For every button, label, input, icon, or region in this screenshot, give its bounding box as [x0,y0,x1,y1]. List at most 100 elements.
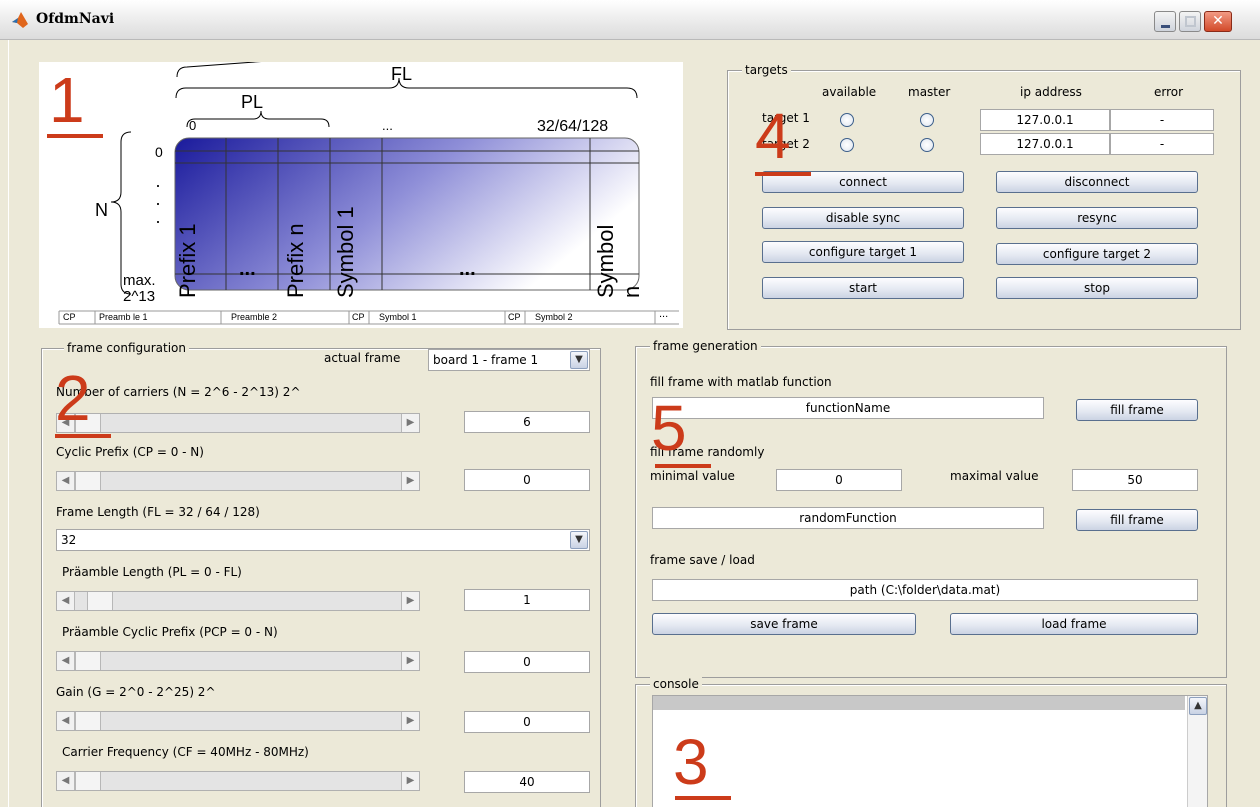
cf-value-field[interactable]: 40 [464,771,590,793]
stop-button[interactable]: stop [996,277,1198,299]
overlay-number-2: 2 [55,362,91,434]
col-symbol-n: Symbol n [593,224,644,298]
cp-slider[interactable]: ◀ ▶ [56,471,420,491]
slider-left-arrow-icon[interactable]: ◀ [57,712,75,730]
slider-thumb[interactable] [87,592,113,610]
pcp-slider[interactable]: ◀ ▶ [56,651,420,671]
zero-top-label: 0 [189,118,197,133]
configure-target-2-button[interactable]: configure target 2 [996,243,1198,265]
target-1-error-field: - [1110,109,1214,131]
slider-left-arrow-icon[interactable]: ◀ [57,472,75,490]
header-error: error [1154,85,1184,99]
pcp-value-field[interactable]: 0 [464,651,590,673]
min-value-field[interactable]: 0 [776,469,902,491]
slider-right-arrow-icon[interactable]: ▶ [401,772,419,790]
frame-length-select[interactable]: 32 ▼ [56,529,590,551]
chevron-down-icon[interactable]: ▼ [570,531,588,549]
disconnect-button[interactable]: disconnect [996,171,1198,193]
frame-diagram: FL PL 0 ... 32/64/128 0 · · · N max. 2^13 … [39,62,683,328]
pl-slider[interactable]: ◀ ▶ [56,591,420,611]
cp-value-field[interactable]: 0 [464,469,590,491]
carriers-slider[interactable]: ◀ ▶ [56,413,420,433]
gain-value-field[interactable]: 0 [464,711,590,733]
frame-length-value: 32 [61,533,77,547]
random-function-field[interactable]: randomFunction [652,507,1044,529]
cf-slider[interactable]: ◀ ▶ [56,771,420,791]
ellipsis-top: ... [382,118,393,133]
slider-right-arrow-icon[interactable]: ▶ [401,472,419,490]
slider-thumb[interactable] [75,472,101,490]
console-title: console [650,677,702,691]
slider-left-arrow-icon[interactable]: ◀ [57,652,75,670]
maximize-icon [1185,16,1196,27]
header-available: available [822,85,877,99]
actual-frame-select[interactable]: board 1 - frame 1 ▼ [428,349,590,371]
console-selection-bar [653,696,1185,710]
minimize-button[interactable] [1154,11,1176,32]
carriers-value-field[interactable]: 6 [464,411,590,433]
frame-configuration-panel: frame configuration actual frame board 1… [41,341,601,807]
slider-right-arrow-icon[interactable]: ▶ [401,414,419,432]
function-name-field[interactable]: functionName [652,397,1044,419]
gain-label: Gain (G = 2^0 - 2^25) 2^ [56,685,216,699]
legend-ellipsis: ... [659,308,669,320]
slider-thumb[interactable] [75,652,101,670]
target-2-available-radio[interactable] [840,138,854,152]
legend-cp-1: CP [63,312,76,322]
legend-symbol-1: Symbol 1 [379,312,417,322]
pl-label: PL [241,92,264,112]
fill-frame-random-button[interactable]: fill frame [1076,509,1198,531]
pl-length-label: Präamble Length (PL = 0 - FL) [62,565,242,579]
minimize-icon [1161,25,1170,28]
overlay-underline-4 [755,172,811,176]
col-symbol-1: Symbol 1 [333,206,358,298]
resync-button[interactable]: resync [996,207,1198,229]
slider-right-arrow-icon[interactable]: ▶ [401,712,419,730]
overlay-underline-2 [55,434,111,438]
col-ellipsis-2: ... [459,258,476,280]
max-label: max. [123,272,156,289]
window-title: OfdmNavi [36,11,115,27]
slider-left-arrow-icon[interactable]: ◀ [57,772,75,790]
legend-cp-3: CP [508,312,521,322]
frame-generation-title: frame generation [650,339,761,353]
console-output[interactable]: ▲ [652,695,1208,807]
gain-slider[interactable]: ◀ ▶ [56,711,420,731]
scroll-up-icon[interactable]: ▲ [1189,697,1207,715]
slider-left-arrow-icon[interactable]: ◀ [57,592,75,610]
pcp-label: Präamble Cyclic Prefix (PCP = 0 - N) [62,625,278,639]
actual-frame-label: actual frame [324,351,401,365]
disable-sync-button[interactable]: disable sync [762,207,964,229]
min-value-label: minimal value [650,469,735,483]
configure-target-1-button[interactable]: configure target 1 [762,241,964,263]
chevron-down-icon[interactable]: ▼ [570,351,588,369]
overlay-number-5: 5 [651,392,687,464]
cp-label: Cyclic Prefix (CP = 0 - N) [56,445,204,459]
slider-right-arrow-icon[interactable]: ▶ [401,592,419,610]
target-2-master-radio[interactable] [920,138,934,152]
console-scrollbar[interactable]: ▲ [1187,696,1207,807]
main-content: FL PL 0 ... 32/64/128 0 · · · N max. 2^13 … [8,40,1260,807]
overlay-number-1: 1 [49,64,85,136]
start-button[interactable]: start [762,277,964,299]
frame-configuration-title: frame configuration [64,341,189,355]
target-1-master-radio[interactable] [920,113,934,127]
maximize-button[interactable] [1179,11,1201,32]
save-frame-button[interactable]: save frame [652,613,916,635]
targets-panel: targets available master ip address erro… [727,63,1241,330]
close-button[interactable]: ✕ [1204,11,1232,32]
cf-label: Carrier Frequency (CF = 40MHz - 80MHz) [62,745,309,759]
slider-thumb[interactable] [75,712,101,730]
pl-value-field[interactable]: 1 [464,589,590,611]
target-2-ip-field[interactable]: 127.0.0.1 [980,133,1110,155]
max-value-field[interactable]: 50 [1072,469,1198,491]
target-1-available-radio[interactable] [840,113,854,127]
load-frame-button[interactable]: load frame [950,613,1198,635]
title-bar: OfdmNavi ✕ [0,0,1260,40]
fill-frame-function-button[interactable]: fill frame [1076,399,1198,421]
target-1-ip-field[interactable]: 127.0.0.1 [980,109,1110,131]
slider-right-arrow-icon[interactable]: ▶ [401,652,419,670]
overlay-number-4: 4 [755,100,791,172]
path-field[interactable]: path (C:\folder\data.mat) [652,579,1198,601]
slider-thumb[interactable] [75,772,101,790]
